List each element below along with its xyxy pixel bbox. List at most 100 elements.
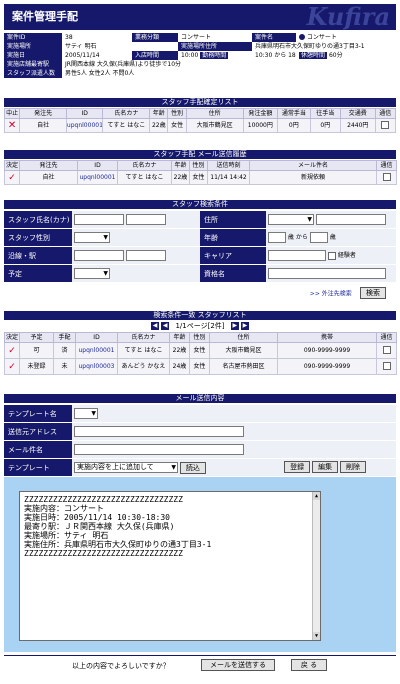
prev-page-icon[interactable]: ◀ bbox=[161, 322, 170, 330]
station-input[interactable] bbox=[125, 250, 166, 261]
col-notify: 通信 bbox=[374, 108, 397, 119]
notify-checkbox[interactable] bbox=[381, 121, 390, 130]
search-title: スタッフ検索条件 bbox=[4, 200, 396, 209]
notify-checkbox[interactable] bbox=[382, 346, 391, 355]
col-name: 氏名カナ bbox=[117, 160, 172, 171]
venue-address: 兵庫県明石市大久保町ゆりの通3丁目3-1 bbox=[252, 42, 396, 51]
col-sex: 性別 bbox=[167, 108, 187, 119]
template-name-select[interactable] bbox=[74, 408, 98, 419]
experienced-checkbox[interactable] bbox=[327, 251, 336, 260]
mail-subject: 新規依頼 bbox=[249, 170, 377, 185]
search-address-input[interactable] bbox=[315, 214, 386, 225]
prefecture-select[interactable] bbox=[268, 214, 314, 225]
mail-body-line: 実施住所：兵庫県明石市大久保町ゆりの通3丁目3-1 bbox=[24, 540, 212, 549]
date-label: 実施日 bbox=[4, 51, 62, 60]
outside-search-link[interactable]: >> 外注先検索 bbox=[310, 291, 352, 298]
send-mail-button[interactable]: メールを送信する bbox=[201, 659, 275, 671]
col-age: 年齢 bbox=[171, 160, 190, 171]
search-address-cell bbox=[266, 211, 396, 228]
search-age-label: 年齢 bbox=[200, 229, 266, 246]
scrollbar[interactable]: ▲ ▼ bbox=[312, 492, 320, 640]
next-page-icon[interactable]: ▶ bbox=[230, 322, 239, 330]
col-arranged: 手配 bbox=[53, 332, 76, 343]
search-button[interactable]: 検索 bbox=[360, 287, 386, 299]
mail-body-line: ZZZZZZZZZZZZZZZZZZZZZZZZZZZZZZZZZ bbox=[24, 549, 183, 558]
entry-time-label: 入店時間 bbox=[132, 51, 178, 60]
reserve-select[interactable] bbox=[74, 268, 110, 279]
scroll-down-icon[interactable]: ▼ bbox=[313, 632, 320, 640]
last-page-icon[interactable]: ▶ bbox=[240, 322, 249, 330]
cancel-icon[interactable]: ✕ bbox=[3, 118, 21, 133]
notify-checkbox[interactable] bbox=[382, 173, 391, 182]
staff-age: 22歳 bbox=[149, 118, 169, 133]
col-cancel: 中止 bbox=[3, 108, 21, 119]
staff-mobile: 090-9999-9999 bbox=[277, 358, 377, 375]
search-station-label: 沿線・駅 bbox=[4, 247, 72, 264]
case-name-text: コンサート bbox=[306, 33, 337, 41]
venue-label: 実施場所 bbox=[4, 42, 62, 51]
work-time-label: 勤務時間 bbox=[200, 51, 229, 59]
staff-address: 名古屋市熱田区 bbox=[209, 358, 278, 375]
age-from-input[interactable] bbox=[268, 232, 286, 243]
sex-select[interactable] bbox=[74, 232, 110, 243]
edit-button[interactable]: 編集 bbox=[312, 461, 339, 473]
search-kana-last-input[interactable] bbox=[125, 214, 166, 225]
date: 2005/11/14 bbox=[62, 51, 132, 60]
from-address-cell bbox=[72, 423, 396, 440]
age-to-text: 歳 bbox=[329, 234, 336, 241]
search-kana-first-input[interactable] bbox=[74, 214, 124, 225]
search-qualification-cell bbox=[266, 265, 396, 282]
template-actions: 登録 編集 削除 bbox=[284, 461, 366, 473]
line-input[interactable] bbox=[74, 250, 124, 261]
mail-body-line: 実施内容：コンサート bbox=[24, 504, 104, 513]
venue-address-label: 実施場所住所 bbox=[178, 42, 252, 51]
staff-id-link[interactable]: upqnl00003 bbox=[75, 358, 118, 375]
col-sex: 性別 bbox=[189, 332, 210, 343]
first-page-icon[interactable]: ◀ bbox=[151, 322, 159, 330]
mail-body-panel: ZZZZZZZZZZZZZZZZZZZZZZZZZZZZZZZZZ 実施内容：コ… bbox=[4, 477, 396, 652]
staff-id-link[interactable]: upqnl00001 bbox=[75, 342, 118, 359]
mail-body-textarea[interactable]: ZZZZZZZZZZZZZZZZZZZZZZZZZZZZZZZZZ 実施内容：コ… bbox=[19, 491, 321, 641]
staff-age: 24歳 bbox=[169, 358, 190, 375]
staff-sex: 女性 bbox=[189, 358, 210, 375]
case-name-toggle[interactable] bbox=[299, 34, 305, 40]
staff-age: 22歳 bbox=[169, 342, 190, 359]
check-icon[interactable]: ✓ bbox=[4, 170, 20, 185]
search-reserve-cell bbox=[72, 265, 200, 282]
table-row: ✓ 未登録 未 upqnl00003 あんどう かなえ 24歳 女性 名古屋市熱… bbox=[4, 358, 397, 375]
register-button[interactable]: 登録 bbox=[284, 461, 311, 473]
notify-cell bbox=[376, 358, 397, 375]
template-label: テンプレート bbox=[4, 459, 72, 476]
template-select[interactable]: 実施内容を上に追加して bbox=[74, 462, 178, 473]
check-icon[interactable]: ✓ bbox=[4, 358, 20, 375]
load-button[interactable]: 読込 bbox=[179, 461, 206, 474]
age-to-input[interactable] bbox=[309, 232, 328, 243]
col-mobile: 携帯 bbox=[277, 332, 377, 343]
order-amount: 10000円 bbox=[242, 118, 279, 133]
search-reserve-label: 予定 bbox=[4, 265, 72, 282]
check-icon[interactable]: ✓ bbox=[4, 342, 20, 359]
col-notify: 通信 bbox=[376, 332, 397, 343]
career-input[interactable] bbox=[268, 250, 326, 261]
table-row: ✓ 可 済 upqnl00001 てすと はなこ 22歳 女性 大阪市鶴見区 0… bbox=[4, 342, 397, 359]
search-actions: >> 外注先検索 検索 bbox=[310, 287, 386, 299]
search-table: スタッフ氏名(カナ) 住所 スタッフ性別 年齢 歳 から 歳 沿線・駅 キャリア… bbox=[4, 210, 396, 283]
back-button[interactable]: 戻 る bbox=[291, 659, 327, 671]
staff-address: 大阪市鶴見区 bbox=[209, 342, 278, 359]
search-name-label: スタッフ氏名(カナ) bbox=[4, 211, 72, 228]
col-transport: 交通費 bbox=[340, 108, 376, 119]
delete-button[interactable]: 削除 bbox=[340, 461, 366, 473]
notify-cell bbox=[376, 170, 397, 185]
mail-subject-input[interactable] bbox=[74, 444, 244, 455]
staff-name: てすと はなこ bbox=[117, 342, 170, 359]
staff-id-link[interactable]: upqnl00001 bbox=[65, 118, 104, 133]
mail-subject-label: メール件名 bbox=[4, 441, 72, 458]
confirm-text: 以上の内容でよろしいですか？ bbox=[72, 662, 170, 670]
notify-checkbox[interactable] bbox=[382, 362, 391, 371]
scroll-up-icon[interactable]: ▲ bbox=[313, 492, 320, 500]
arranged-status: 済 bbox=[53, 342, 76, 359]
search-career-label: キャリア bbox=[200, 247, 266, 264]
from-address-input[interactable] bbox=[74, 426, 244, 437]
staff-id-link[interactable]: upqnl00001 bbox=[77, 170, 118, 185]
qualification-input[interactable] bbox=[268, 268, 386, 279]
